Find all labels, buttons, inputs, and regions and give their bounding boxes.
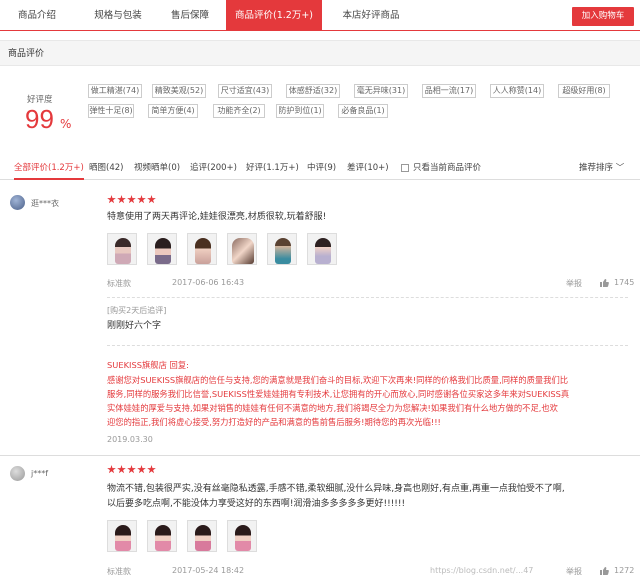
review-filters: 全部评价(1.2万+) 晒图(42) 视频晒单(0) 追评(200+) 好评(1… (0, 158, 640, 180)
review-photo[interactable] (147, 233, 177, 265)
reply-date: 2019.03.30 (107, 435, 153, 444)
review-divider (0, 455, 640, 456)
review-photo[interactable] (227, 520, 257, 552)
review-photo[interactable] (187, 520, 217, 552)
review-username: 逛***衣 (31, 199, 59, 208)
filter-negative[interactable]: 差评(10+) (347, 158, 389, 178)
avatar (10, 466, 25, 481)
tag-chip[interactable]: 人人称赞(14) (490, 84, 544, 98)
tag-chip[interactable]: 功能齐全(2) (213, 104, 265, 118)
tag-chip[interactable]: 简单方便(4) (148, 104, 198, 118)
star-icon (107, 195, 116, 204)
tab-bar: 商品介绍 规格与包装 售后保障 商品评价(1.2万+) 本店好评商品 加入购物车 (0, 0, 640, 31)
seller-reply-line: 感谢您对SUEKISS旗舰店的信任与支持,您的满意就是我们奋斗的目标,欢迎下次再… (107, 375, 569, 385)
section-header: 商品评价 (0, 40, 640, 66)
rate-value: 99 (25, 104, 54, 134)
review-photo[interactable] (307, 233, 337, 265)
review-photo[interactable] (107, 520, 137, 552)
review-spec: 标准款 (107, 279, 131, 288)
tab-spec-package[interactable]: 规格与包装 (78, 0, 158, 31)
review-photo[interactable] (267, 233, 297, 265)
tag-chip[interactable]: 防护到位(1) (276, 104, 324, 118)
like-count: 1745 (614, 278, 635, 287)
report-link[interactable]: 举报 (566, 566, 582, 577)
filter-neutral[interactable]: 中评(9) (307, 158, 336, 178)
current-product-checkbox[interactable] (401, 164, 409, 172)
reply-divider (107, 345, 628, 346)
filter-positive[interactable]: 好评(1.1万+) (246, 158, 299, 178)
filter-followup[interactable]: 追评(200+) (190, 158, 237, 178)
tag-chip[interactable]: 毫无异味(31) (354, 84, 408, 98)
star-icon (137, 465, 146, 474)
filter-all[interactable]: 全部评价(1.2万+) (14, 158, 84, 180)
section-title: 商品评价 (8, 49, 45, 59)
like-count: 1272 (614, 566, 635, 575)
star-icon (117, 465, 126, 474)
thumbs-up-icon[interactable] (599, 566, 609, 576)
seller-reply-line: 迎您的指正,我们将虚心接受,努力打造好的产品和满意的售前售后服务!期待您的再次光… (107, 417, 441, 427)
star-rating (107, 195, 157, 205)
seller-reply-line: 实体娃娃的厚爱与支持,如果对销售的娃娃有任何不满意的地方,我们将竭尽全力为您解决… (107, 403, 558, 413)
thumbs-up-icon[interactable] (599, 278, 609, 288)
tab-after-sales[interactable]: 售后保障 (158, 0, 222, 31)
seller-reply-title: SUEKISS旗舰店 回复: (107, 360, 189, 370)
tag-chip[interactable]: 体感舒适(32) (286, 84, 340, 98)
tag-chip[interactable]: 尺寸适宜(43) (218, 84, 272, 98)
star-rating (107, 465, 157, 475)
followup-text: 刚刚好六个字 (107, 321, 162, 331)
tag-chip[interactable]: 超级好用(8) (558, 84, 610, 98)
followup-label: [购买2天后追评] (107, 306, 167, 315)
review-username: j***f (31, 469, 49, 478)
tag-chip[interactable]: 做工精湛(74) (88, 84, 142, 98)
review-date: 2017-06-06 16:43 (172, 278, 245, 287)
sort-label: 推荐排序 (579, 163, 614, 173)
report-link[interactable]: 举报 (566, 278, 582, 289)
watermark: https://blog.csdn.net/...47 (430, 566, 534, 575)
tag-chip[interactable]: 精致美观(52) (152, 84, 206, 98)
tab-store-favorites[interactable]: 本店好评商品 (330, 0, 412, 31)
star-icon (117, 195, 126, 204)
avatar (10, 195, 25, 210)
review-photo[interactable] (187, 233, 217, 265)
review-spec: 标准款 (107, 567, 131, 576)
star-icon (147, 465, 156, 474)
tag-chip[interactable]: 品相一流(17) (422, 84, 476, 98)
review-photo[interactable] (107, 233, 137, 265)
star-icon (147, 195, 156, 204)
review-text: 物流不错,包装很严实,没有丝毫隐私透露,手感不错,柔软细腻,没什么异味,身高也刚… (107, 484, 565, 494)
review-photo[interactable] (147, 520, 177, 552)
filter-video[interactable]: 视频晒单(0) (134, 158, 180, 178)
rate-unit: % (60, 117, 72, 131)
tab-reviews[interactable]: 商品评价(1.2万+) (226, 0, 322, 31)
star-icon (107, 465, 116, 474)
star-icon (137, 195, 146, 204)
tag-chip[interactable]: 必备良品(1) (338, 104, 388, 118)
seller-reply-line: 服务,同样的服务我们比信誉,SUEKISS性爱娃娃拥有专利技术,让您拥有的开心而… (107, 389, 570, 399)
chevron-down-icon: ﹀ (615, 163, 625, 173)
sort-dropdown[interactable]: 推荐排序 ﹀ (579, 158, 624, 178)
review-photo[interactable] (227, 233, 257, 265)
star-icon (127, 195, 136, 204)
add-to-cart-button[interactable]: 加入购物车 (572, 7, 634, 26)
filter-photos[interactable]: 晒图(42) (89, 158, 123, 178)
followup-divider (107, 297, 628, 298)
tab-product-intro[interactable]: 商品介绍 (6, 0, 68, 31)
review-text: 特意使用了两天再评论,娃娃很漂亮,材质很软,玩着舒服! (107, 212, 327, 222)
star-icon (127, 465, 136, 474)
review-date: 2017-05-24 18:42 (172, 566, 245, 575)
tag-chip[interactable]: 弹性十足(8) (88, 104, 134, 118)
review-text: 以后要多吃点啊,不能没体力享受这好的东西啊!润滑油多多多多多更好!!!!!! (107, 499, 406, 509)
current-product-label: 只看当前商品评价 (413, 163, 482, 173)
